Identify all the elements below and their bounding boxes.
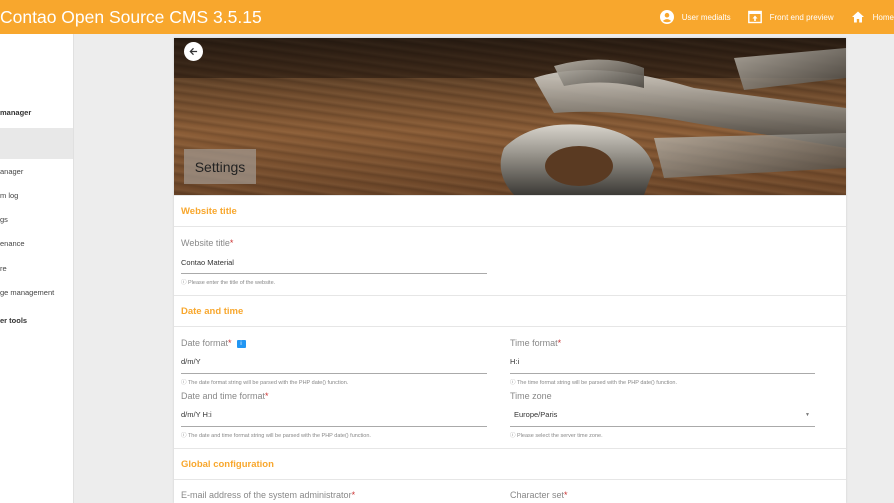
character-set-label: Character set*	[510, 490, 568, 500]
sidebar-item-user-tools[interactable]: er tools	[0, 316, 27, 325]
website-title-label: Website title*	[181, 238, 234, 248]
time-zone-label: Time zone	[510, 391, 552, 401]
admin-email-label: E-mail address of the system administrat…	[181, 490, 356, 500]
date-format-underline	[181, 373, 487, 374]
front-end-preview-label: Front end preview	[769, 12, 834, 22]
sidebar-item-store[interactable]: re	[0, 264, 7, 273]
time-format-underline	[510, 373, 815, 374]
website-title-underline	[181, 273, 487, 274]
home-link-label: Home	[872, 12, 894, 22]
date-time-format-input[interactable]: d/m/Y H:i	[181, 410, 212, 419]
date-time-format-hint: ⓘ The date and time format string will b…	[181, 433, 371, 439]
sidebar-item-system-log[interactable]: m log	[0, 191, 18, 200]
time-format-hint: ⓘ The time format string will be parsed …	[510, 380, 678, 386]
sidebar-item-image-management[interactable]: ge management	[0, 288, 54, 297]
page-title: Settings	[184, 149, 256, 184]
section-heading: Website title	[181, 206, 237, 217]
preview-icon	[747, 10, 762, 24]
section-website-title[interactable]: Website title	[174, 195, 846, 227]
date-format-input[interactable]: d/m/Y	[181, 357, 201, 366]
sidebar-item-active[interactable]	[0, 128, 73, 159]
time-zone-hint: ⓘ Please select the server time zone.	[510, 433, 603, 439]
time-zone-select[interactable]: Europe/Paris	[514, 410, 557, 419]
time-format-label: Time format*	[510, 338, 562, 348]
wrench-illustration	[174, 38, 846, 195]
back-button[interactable]	[184, 42, 203, 61]
website-title-hint: ⓘ Please enter the title of the website.	[181, 280, 276, 286]
time-format-input[interactable]: H:i	[510, 357, 519, 366]
settings-card: Settings Website title Website title* Co…	[174, 38, 846, 503]
website-title-input[interactable]: Contao Material	[181, 258, 234, 267]
date-format-label: Date format* i	[181, 338, 246, 348]
section-global-configuration[interactable]: Global configuration	[174, 448, 846, 480]
app-title: Contao Open Source CMS 3.5.15	[0, 7, 262, 27]
sidebar-item-maintenance[interactable]: enance	[0, 239, 25, 248]
section-heading: Date and time	[181, 306, 244, 317]
home-link[interactable]: Home	[851, 10, 894, 24]
sidebar: manager anager m log gs enance re ge man…	[0, 34, 74, 503]
account-circle-icon	[659, 10, 674, 24]
date-time-format-underline	[181, 426, 487, 427]
sidebar-item-settings[interactable]: gs	[0, 215, 8, 224]
info-icon[interactable]: i	[236, 339, 246, 348]
home-icon	[851, 10, 865, 24]
user-link[interactable]: User medialts	[659, 10, 731, 24]
user-link-label: User medialts	[681, 12, 731, 22]
date-time-format-label: Date and time format*	[181, 391, 269, 401]
date-format-hint: ⓘ The date format string will be parsed …	[181, 380, 349, 386]
hero-image: Settings	[174, 38, 846, 195]
top-bar: Contao Open Source CMS 3.5.15 User media…	[0, 0, 894, 34]
section-date-time[interactable]: Date and time	[174, 295, 846, 327]
sidebar-item-user-manager[interactable]: anager	[0, 167, 23, 176]
sidebar-item-manager[interactable]: manager	[0, 108, 31, 117]
time-zone-underline	[510, 426, 815, 427]
section-heading: Global configuration	[181, 459, 274, 470]
top-links: User medialts Front end preview Home	[659, 0, 894, 34]
chevron-down-icon[interactable]: ▼	[805, 412, 810, 418]
front-end-preview-link[interactable]: Front end preview	[747, 10, 834, 24]
arrow-left-icon	[189, 45, 198, 59]
